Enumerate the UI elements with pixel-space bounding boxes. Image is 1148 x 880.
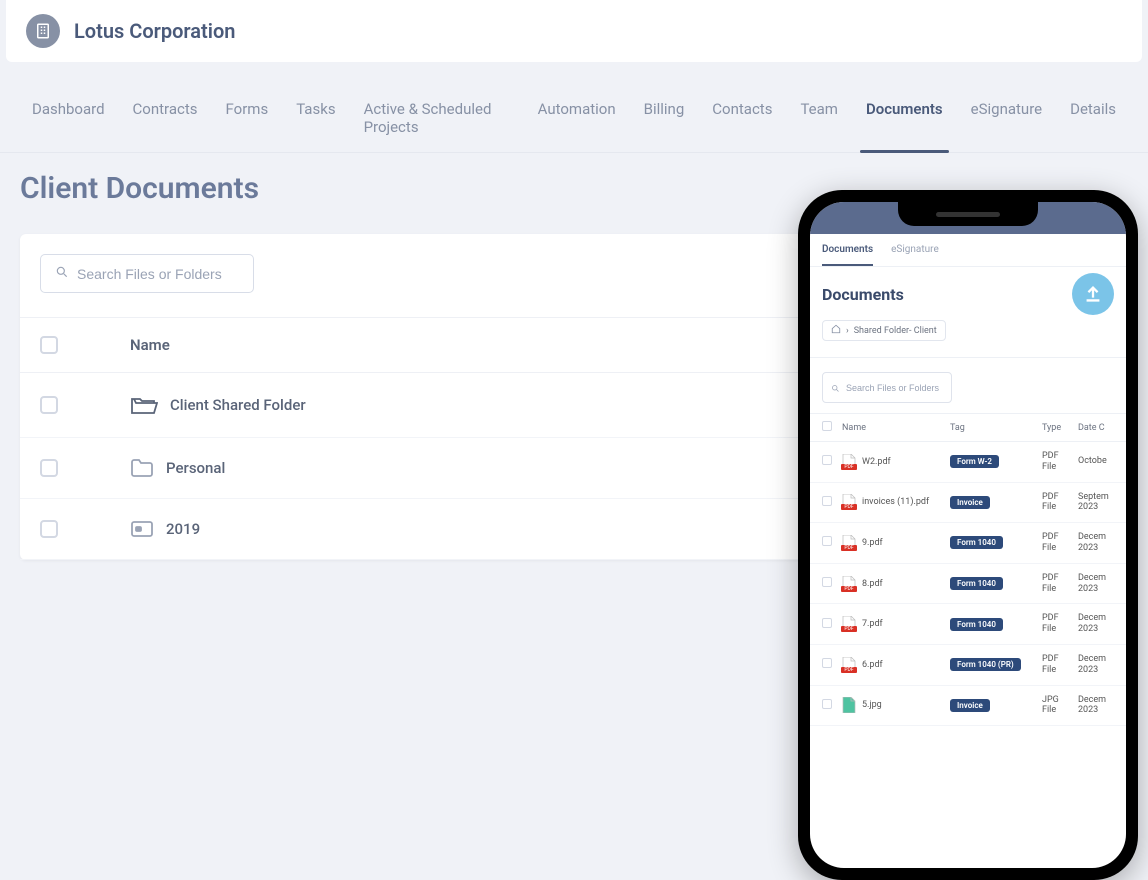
phone-col-tag[interactable]: Tag xyxy=(950,423,1042,433)
phone-row-name: 9.pdf xyxy=(862,538,883,548)
search-box[interactable] xyxy=(40,254,254,293)
phone-search-box[interactable] xyxy=(822,372,952,403)
phone-tab-documents[interactable]: Documents xyxy=(822,244,873,260)
phone-row-date: Septem2023 xyxy=(1078,492,1114,514)
phone-row-type: PDFFile xyxy=(1042,451,1078,473)
row-checkbox[interactable] xyxy=(40,520,58,538)
phone-row-type: PDFFile xyxy=(1042,654,1078,676)
phone-row-name: 6.pdf xyxy=(862,660,883,670)
home-icon xyxy=(831,324,841,337)
phone-table-row[interactable]: 5.jpg Invoice JPGFile Decem2023 xyxy=(810,686,1126,727)
phone-row-date: Decem2023 xyxy=(1078,532,1114,554)
phone-row-name: W2.pdf xyxy=(862,457,891,467)
phone-row-date: Decem2023 xyxy=(1078,573,1114,595)
phone-row-name: 7.pdf xyxy=(862,619,883,629)
nav-tabs: Dashboard Contracts Forms Tasks Active &… xyxy=(0,86,1148,153)
file-pdf-icon: PDF xyxy=(842,454,856,470)
tab-documents[interactable]: Documents xyxy=(852,86,957,152)
org-avatar-icon xyxy=(26,14,60,48)
tab-contracts[interactable]: Contracts xyxy=(119,86,212,152)
phone-row-checkbox[interactable] xyxy=(822,496,832,506)
phone-table-row[interactable]: PDF invoices (11).pdf Invoice PDFFile Se… xyxy=(810,483,1126,524)
tab-forms[interactable]: Forms xyxy=(212,86,283,152)
file-pdf-icon: PDF xyxy=(842,616,856,632)
search-icon xyxy=(831,378,840,397)
search-input[interactable] xyxy=(77,266,239,282)
tab-tasks[interactable]: Tasks xyxy=(282,86,349,152)
phone-row-tag[interactable]: Form W-2 xyxy=(950,455,999,468)
tab-contacts[interactable]: Contacts xyxy=(698,86,786,152)
phone-table-row[interactable]: PDF 6.pdf Form 1040 (PR) PDFFile Decem20… xyxy=(810,645,1126,686)
phone-row-type: PDFFile xyxy=(1042,532,1078,554)
phone-row-checkbox[interactable] xyxy=(822,699,832,709)
phone-mockup: Documents eSignature Documents › Shared … xyxy=(798,190,1138,880)
phone-breadcrumb[interactable]: › Shared Folder- Client xyxy=(822,320,946,341)
phone-row-date: Octobe xyxy=(1078,456,1114,467)
row-checkbox[interactable] xyxy=(40,396,58,414)
chevron-right-icon: › xyxy=(846,326,849,336)
phone-notch xyxy=(898,202,1038,226)
org-name: Lotus Corporation xyxy=(74,19,235,43)
row-name: Personal xyxy=(166,459,225,477)
phone-row-tag[interactable]: Form 1040 xyxy=(950,536,1003,549)
tab-team[interactable]: Team xyxy=(786,86,852,152)
phone-row-tag[interactable]: Form 1040 (PR) xyxy=(950,658,1021,671)
tab-projects[interactable]: Active & Scheduled Projects xyxy=(350,86,524,152)
phone-row-checkbox[interactable] xyxy=(822,536,832,546)
phone-col-type[interactable]: Type xyxy=(1042,423,1078,433)
upload-button[interactable] xyxy=(1072,273,1114,315)
phone-table-header: Name Tag Type Date C xyxy=(810,413,1126,442)
file-pdf-icon: PDF xyxy=(842,657,856,673)
phone-row-checkbox[interactable] xyxy=(822,455,832,465)
tab-billing[interactable]: Billing xyxy=(630,86,699,152)
phone-row-date: Decem2023 xyxy=(1078,613,1114,635)
phone-row-tag[interactable]: Form 1040 xyxy=(950,577,1003,590)
phone-table-row[interactable]: PDF 9.pdf Form 1040 PDFFile Decem2023 xyxy=(810,523,1126,564)
phone-row-checkbox[interactable] xyxy=(822,577,832,587)
phone-select-all-checkbox[interactable] xyxy=(822,421,832,431)
tab-esignature[interactable]: eSignature xyxy=(957,86,1056,152)
phone-table-row[interactable]: PDF 8.pdf Form 1040 PDFFile Decem2023 xyxy=(810,564,1126,605)
phone-row-tag[interactable]: Invoice xyxy=(950,699,990,712)
row-name: Client Shared Folder xyxy=(170,396,306,414)
tab-dashboard[interactable]: Dashboard xyxy=(18,86,119,152)
file-pdf-icon: PDF xyxy=(842,494,856,510)
phone-row-type: PDFFile xyxy=(1042,613,1078,635)
breadcrumb-label: Shared Folder- Client xyxy=(854,326,937,336)
app-header: Lotus Corporation xyxy=(6,0,1142,62)
phone-row-name: 8.pdf xyxy=(862,579,883,589)
phone-col-name[interactable]: Name xyxy=(842,423,950,433)
phone-table-row[interactable]: PDF W2.pdf Form W-2 PDFFile Octobe xyxy=(810,442,1126,483)
phone-row-date: Decem2023 xyxy=(1078,695,1114,717)
phone-page-title: Documents xyxy=(822,285,904,304)
phone-tabs: Documents eSignature xyxy=(810,234,1126,267)
search-icon xyxy=(55,264,69,283)
phone-row-name: invoices (11).pdf xyxy=(862,497,929,507)
phone-table-row[interactable]: PDF 7.pdf Form 1040 PDFFile Decem2023 xyxy=(810,604,1126,645)
phone-row-name: 5.jpg xyxy=(862,700,882,710)
phone-row-checkbox[interactable] xyxy=(822,658,832,668)
row-name: 2019 xyxy=(166,520,200,538)
phone-row-tag[interactable]: Form 1040 xyxy=(950,618,1003,631)
phone-tab-esignature[interactable]: eSignature xyxy=(891,244,939,260)
phone-col-date[interactable]: Date C xyxy=(1078,423,1114,433)
phone-row-tag[interactable]: Invoice xyxy=(950,496,990,509)
folder-open-icon xyxy=(130,393,158,417)
phone-search-input[interactable] xyxy=(846,383,943,393)
file-pdf-icon: PDF xyxy=(842,576,856,592)
select-all-checkbox[interactable] xyxy=(40,336,58,354)
phone-row-date: Decem2023 xyxy=(1078,654,1114,676)
file-jpg-icon xyxy=(842,697,856,713)
row-checkbox[interactable] xyxy=(40,459,58,477)
folder-icon xyxy=(130,458,154,478)
phone-row-type: PDFFile xyxy=(1042,492,1078,514)
phone-row-type: PDFFile xyxy=(1042,573,1078,595)
phone-row-checkbox[interactable] xyxy=(822,618,832,628)
file-pdf-icon: PDF xyxy=(842,535,856,551)
tab-details[interactable]: Details xyxy=(1056,86,1130,152)
phone-row-type: JPGFile xyxy=(1042,695,1078,717)
tab-automation[interactable]: Automation xyxy=(524,86,630,152)
folder-archive-icon xyxy=(130,519,154,539)
